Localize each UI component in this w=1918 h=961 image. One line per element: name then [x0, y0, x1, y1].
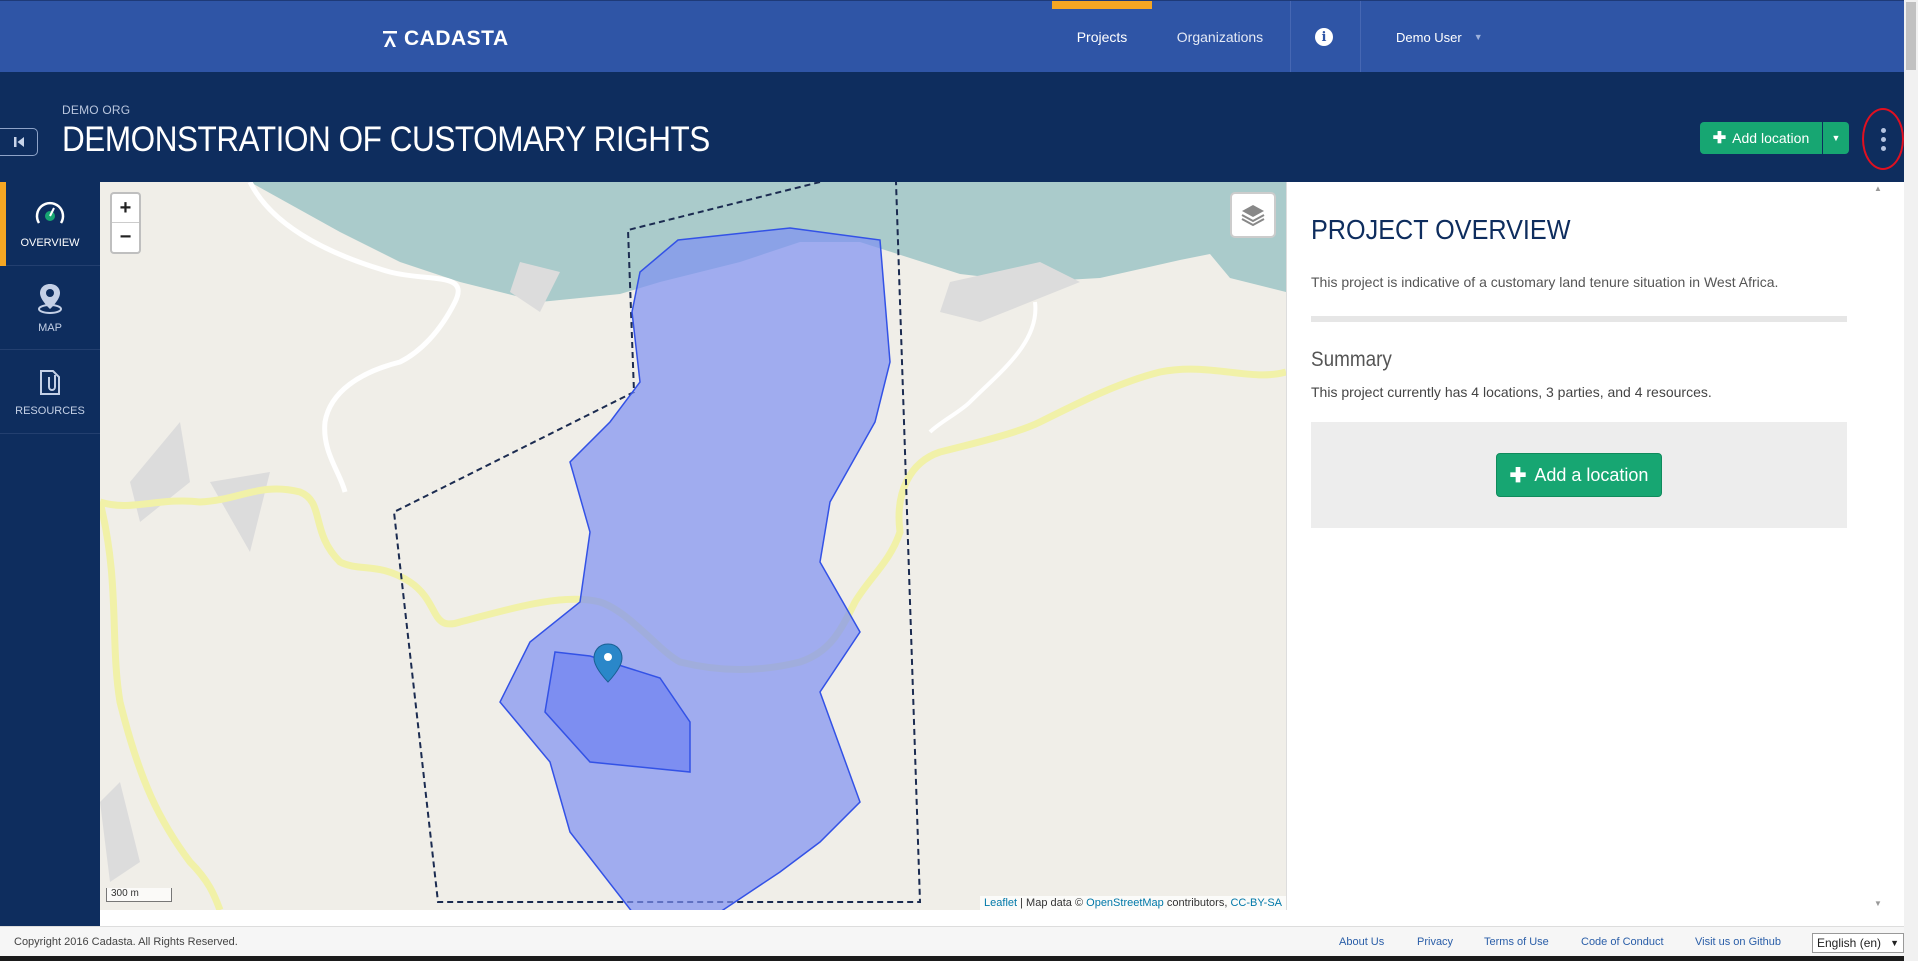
cadasta-logo[interactable]: CADASTA — [382, 27, 509, 51]
collapse-sidebar-button[interactable] — [0, 128, 38, 156]
add-location-dropdown[interactable]: ▼ — [1823, 122, 1849, 154]
page-scrollbar[interactable] — [1904, 0, 1918, 961]
scroll-down-icon[interactable]: ▼ — [1874, 899, 1882, 908]
nav-divider — [1360, 1, 1361, 73]
window-edge — [0, 956, 1904, 961]
zoom-out-button[interactable]: − — [112, 223, 139, 252]
map-tiles[interactable] — [100, 182, 1286, 910]
map-pin-icon — [38, 283, 62, 314]
nav-active-indicator — [1052, 1, 1152, 9]
top-navbar: CADASTA Projects Organizations i Demo Us… — [0, 0, 1904, 73]
add-a-location-label: Add a location — [1534, 464, 1649, 485]
zoom-in-button[interactable]: + — [112, 194, 139, 223]
map-attribution: Leaflet | Map data © OpenStreetMap contr… — [980, 896, 1286, 910]
scrollbar-thumb[interactable] — [1906, 2, 1916, 70]
dashboard-icon — [35, 201, 65, 224]
map-scale: 300 m — [106, 888, 172, 902]
active-indicator — [0, 182, 6, 266]
parcel-polygon[interactable] — [499, 227, 891, 910]
footer-link-privacy[interactable]: Privacy — [1417, 936, 1453, 948]
organization-name[interactable]: DEMO ORG — [62, 103, 130, 117]
more-options-button[interactable] — [1862, 108, 1904, 170]
summary-text: This project currently has 4 locations, … — [1311, 384, 1712, 400]
license-link[interactable]: CC-BY-SA — [1230, 897, 1282, 909]
add-location-box: ✚ Add a location — [1311, 422, 1847, 528]
plus-icon: ✚ — [1509, 464, 1527, 487]
scroll-up-icon[interactable]: ▲ — [1874, 184, 1882, 193]
plus-icon: ✚ — [1712, 130, 1727, 147]
sidebar-item-overview[interactable]: OVERVIEW — [0, 182, 100, 266]
zoom-control: + − — [110, 192, 141, 254]
attribution-text: | Map data © — [1017, 897, 1087, 909]
nav-projects[interactable]: Projects — [1052, 1, 1152, 73]
project-header: DEMO ORG DEMONSTRATION OF CUSTOMARY RIGH… — [0, 72, 1904, 182]
footer-link-terms[interactable]: Terms of Use — [1484, 936, 1549, 948]
nav-organizations-label: Organizations — [1176, 29, 1264, 45]
leaflet-link[interactable]: Leaflet — [984, 897, 1017, 909]
highlight-circle — [1862, 108, 1904, 170]
user-menu[interactable]: Demo User ▼ — [1378, 1, 1518, 73]
overview-title: PROJECT OVERVIEW — [1311, 214, 1571, 245]
add-location-label: Add location — [1732, 130, 1810, 146]
language-value: English (en) — [1817, 936, 1882, 950]
footer-link-about[interactable]: About Us — [1339, 936, 1384, 948]
sidebar-item-label: OVERVIEW — [20, 236, 80, 249]
collapse-icon — [13, 137, 24, 147]
sidebar-item-resources[interactable]: RESOURCES — [0, 350, 100, 434]
logo-text: CADASTA — [404, 27, 509, 50]
logo-mark-icon — [383, 31, 397, 47]
page-footer: Copyright 2016 Cadasta. All Rights Reser… — [0, 926, 1904, 956]
add-a-location-button[interactable]: ✚ Add a location — [1496, 453, 1662, 497]
footer-link-conduct[interactable]: Code of Conduct — [1581, 936, 1664, 948]
language-select[interactable]: English (en) ▼ — [1812, 933, 1904, 953]
layers-button[interactable] — [1230, 192, 1276, 238]
nav-organizations[interactable]: Organizations — [1160, 1, 1280, 73]
terrain-patch — [100, 782, 140, 882]
nav-projects-label: Projects — [1076, 29, 1128, 45]
summary-title: Summary — [1311, 348, 1392, 371]
sidebar-item-map[interactable]: MAP — [0, 266, 100, 350]
copyright-text: Copyright 2016 Cadasta. All Rights Reser… — [14, 936, 238, 948]
info-icon: i — [1315, 28, 1333, 46]
layers-icon — [1241, 205, 1265, 227]
terrain-patch — [210, 472, 270, 552]
project-sidebar: OVERVIEW MAP RESOURCES — [0, 182, 100, 926]
user-name: Demo User — [1396, 29, 1462, 45]
attachment-icon — [40, 369, 60, 395]
map-view[interactable]: + − 300 m Leaflet | Map data © OpenStree… — [100, 182, 1286, 910]
nav-divider — [1290, 1, 1291, 73]
panel-scrollbar[interactable]: ▲ ▼ — [1870, 182, 1886, 910]
sidebar-item-label: RESOURCES — [15, 404, 85, 417]
project-title: DEMONSTRATION OF CUSTOMARY RIGHTS — [62, 120, 710, 159]
divider — [1311, 316, 1847, 322]
minor-road — [928, 301, 1038, 434]
project-description: This project is indicative of a customar… — [1311, 274, 1779, 290]
footer-link-github[interactable]: Visit us on Github — [1695, 936, 1781, 948]
caret-down-icon: ▼ — [1831, 133, 1841, 143]
nav-info[interactable]: i — [1300, 1, 1348, 73]
overview-panel: PROJECT OVERVIEW This project is indicat… — [1286, 182, 1870, 910]
sidebar-item-label: MAP — [38, 321, 62, 334]
chevron-down-icon: ▼ — [1473, 32, 1483, 42]
attribution-text: contributors, — [1163, 897, 1231, 909]
chevron-down-icon: ▼ — [1890, 938, 1899, 948]
osm-link[interactable]: OpenStreetMap — [1086, 897, 1164, 909]
add-location-button[interactable]: ✚ Add location — [1700, 122, 1822, 154]
